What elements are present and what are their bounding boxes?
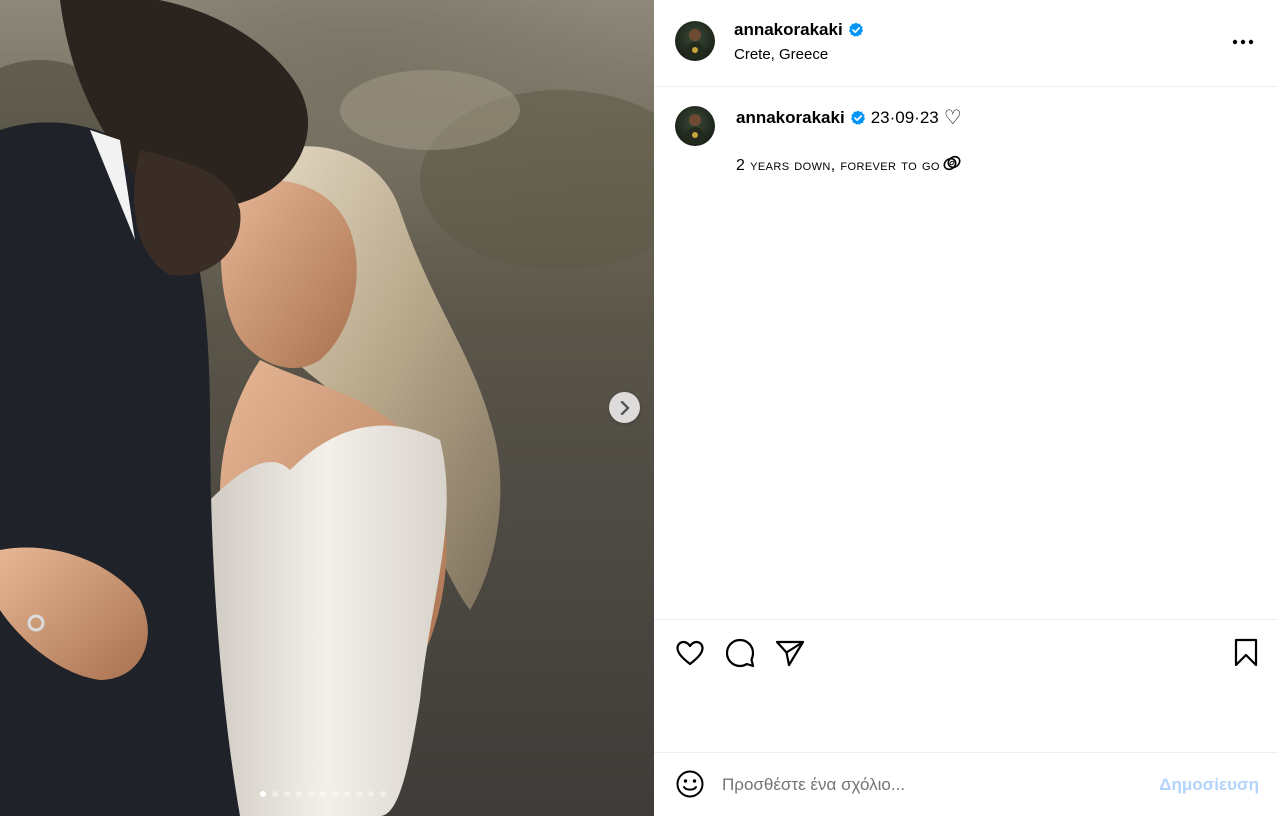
next-image-button[interactable] xyxy=(609,392,640,423)
verified-badge-icon xyxy=(850,110,865,125)
carousel-dot xyxy=(272,791,278,797)
share-button[interactable] xyxy=(773,636,807,670)
caption-date: 23·09·23 xyxy=(870,108,939,127)
carousel-dot xyxy=(368,791,374,797)
carousel-dot xyxy=(356,791,362,797)
carousel-dot xyxy=(260,791,266,797)
send-icon xyxy=(775,640,805,667)
comment-button[interactable] xyxy=(723,636,757,670)
carousel-dot xyxy=(344,791,350,797)
more-horizontal-icon xyxy=(1232,39,1254,45)
carousel-dot xyxy=(284,791,290,797)
caption-text: 2 years down, forever to go xyxy=(736,154,964,175)
post-comment-button[interactable]: Δημοσίευση xyxy=(1159,775,1259,795)
post-image[interactable] xyxy=(0,0,654,816)
caption-avatar[interactable] xyxy=(675,106,715,146)
carousel-dot xyxy=(380,791,386,797)
smiley-icon xyxy=(676,770,704,798)
bookmark-icon xyxy=(1234,638,1258,667)
carousel-dot xyxy=(320,791,326,797)
comment-input[interactable] xyxy=(722,770,1142,800)
avatar[interactable] xyxy=(675,21,715,61)
caption-header: annakorakaki 23·09·23 ♡ xyxy=(736,108,962,128)
header-username[interactable]: annakorakaki xyxy=(734,20,864,40)
post-side-panel: annakorakaki Crete, Greece annakorakaki xyxy=(654,0,1278,816)
carousel-dot xyxy=(308,791,314,797)
post-header: annakorakaki Crete, Greece xyxy=(654,0,1278,87)
carousel-dot xyxy=(296,791,302,797)
carousel-indicator xyxy=(260,791,386,797)
emoji-button[interactable] xyxy=(674,768,706,800)
avatar-image xyxy=(684,114,706,144)
caption-heart-emoji: ♡ xyxy=(943,107,962,129)
verified-badge-icon xyxy=(848,22,863,37)
chevron-right-icon xyxy=(620,400,629,415)
carousel-dot xyxy=(332,791,338,797)
comment-bar: Δημοσίευση xyxy=(654,752,1278,816)
post-location[interactable]: Crete, Greece xyxy=(734,46,828,63)
rings-emoji-icon xyxy=(943,155,961,171)
header-username-text: annakorakaki xyxy=(734,20,843,39)
comment-icon xyxy=(725,638,755,668)
like-button[interactable] xyxy=(673,636,707,670)
avatar-image xyxy=(684,29,706,59)
post-photo xyxy=(0,0,654,816)
heart-icon xyxy=(676,640,704,666)
more-options-button[interactable] xyxy=(1228,30,1258,54)
save-button[interactable] xyxy=(1229,636,1263,670)
post-actions xyxy=(654,619,1278,752)
caption-body: 2 years down, forever to go xyxy=(736,157,940,174)
caption-username[interactable]: annakorakaki xyxy=(736,108,845,128)
